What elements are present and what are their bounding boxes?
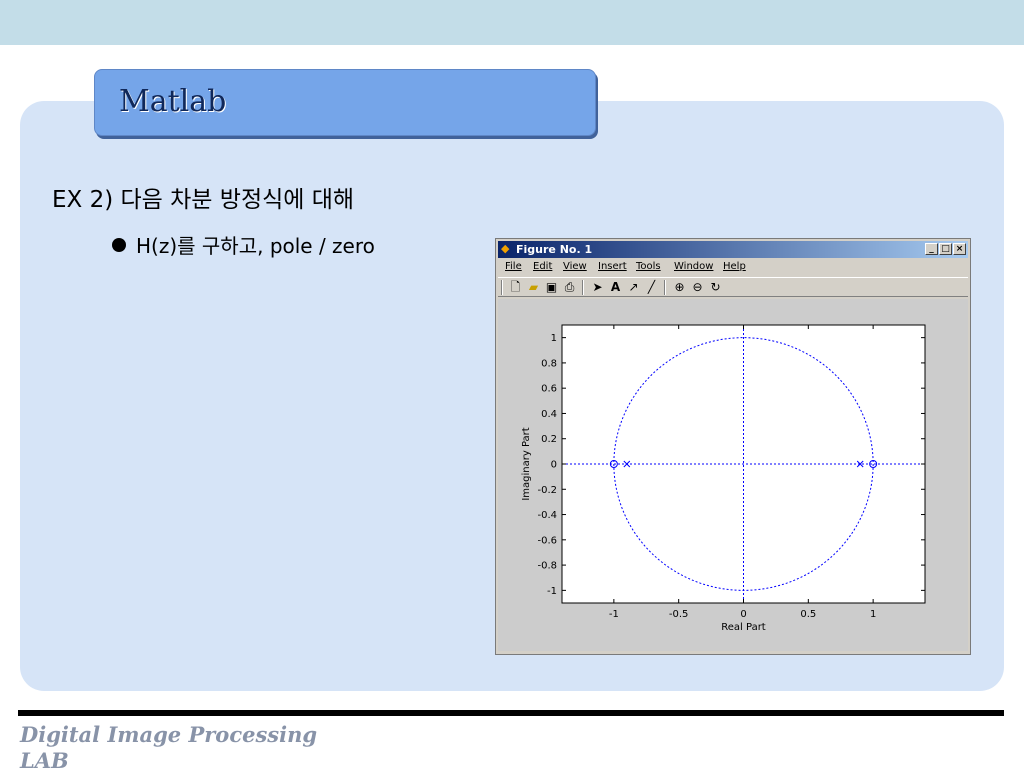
y-tick-label: 0.4: [541, 409, 557, 420]
footer-text: Digital Image Processing LAB: [20, 722, 317, 774]
new-file-icon[interactable]: 🗋: [508, 280, 523, 295]
figure-canvas: -1 -0.5 0 0.5 1 1 0.8 0.6 0.4 0.2 0 -0.2 -0.4 -0.6 -0.…: [498, 299, 968, 651]
menu-insert[interactable]: Insert: [598, 261, 627, 272]
x-tick-label: 0.5: [800, 609, 816, 620]
y-tick-label: 0.2: [541, 434, 557, 445]
matlab-figure-window: ◆ Figure No. 1 _ □ × File Edit View Inse…: [495, 238, 971, 655]
bullet-text: H(z)를 구하고, pole / zero: [136, 234, 375, 258]
y-tick-label: -1: [547, 586, 557, 597]
y-tick-label: -0.4: [537, 510, 557, 521]
figure-titlebar[interactable]: ◆ Figure No. 1 _ □ ×: [498, 241, 968, 258]
footer-rule: [18, 710, 1004, 716]
open-folder-icon[interactable]: ▰: [526, 280, 541, 295]
y-tick-label: 0.8: [541, 358, 557, 369]
print-icon[interactable]: ⎙: [562, 280, 577, 295]
menu-window[interactable]: Window: [674, 261, 713, 272]
slide-title-tab: Matlab: [94, 69, 596, 136]
toolbar-separator: [582, 280, 584, 295]
x-tick-label: -1: [609, 609, 619, 620]
pointer-arrow-icon[interactable]: ➤: [590, 280, 605, 295]
x-tick-label: 1: [870, 609, 876, 620]
example-heading: EX 2) 다음 차분 방정식에 대해: [52, 187, 355, 213]
save-icon[interactable]: ▣: [544, 280, 559, 295]
menu-help[interactable]: Help: [723, 261, 746, 272]
footer-line-2: LAB: [20, 748, 69, 773]
y-tick-label: 0.6: [541, 384, 557, 395]
zoom-in-icon[interactable]: ⊕: [672, 280, 687, 295]
toolbar-separator: [664, 280, 666, 295]
footer-line-1: Digital Image Processing: [20, 722, 318, 747]
slide-title: Matlab: [119, 84, 227, 119]
x-tick-label: -0.5: [669, 609, 689, 620]
insert-arrow-icon[interactable]: ↗: [626, 280, 641, 295]
menu-edit[interactable]: Edit: [533, 261, 552, 272]
menu-file[interactable]: File: [505, 261, 522, 272]
insert-line-icon[interactable]: ╱: [644, 280, 659, 295]
figure-title: Figure No. 1: [516, 243, 593, 256]
y-tick-label: 1: [551, 333, 557, 344]
menu-view[interactable]: View: [563, 261, 587, 272]
minimize-button[interactable]: _: [925, 243, 938, 255]
figure-menubar: File Edit View Insert Tools Window Help: [498, 259, 968, 275]
y-tick-label: -0.2: [537, 485, 557, 496]
top-band: [0, 0, 1024, 45]
y-tick-label: -0.6: [537, 535, 557, 546]
menu-tools[interactable]: Tools: [636, 261, 661, 272]
zoom-out-icon[interactable]: ⊖: [690, 280, 705, 295]
bullet-item: H(z)를 구하고, pole / zero: [112, 230, 375, 259]
matlab-logo-icon: ◆: [501, 242, 510, 255]
rotate-3d-icon[interactable]: ↻: [708, 280, 723, 295]
close-button[interactable]: ×: [953, 243, 966, 255]
bullet-dot-icon: [112, 238, 126, 252]
pole-zero-plot: -1 -0.5 0 0.5 1 1 0.8 0.6 0.4 0.2 0 -0.2 -0.4 -0.6 -0.…: [521, 324, 926, 633]
toolbar-grip: [501, 280, 503, 295]
x-axis-label: Real Part: [721, 622, 766, 633]
maximize-button[interactable]: □: [939, 243, 952, 255]
insert-text-icon[interactable]: A: [608, 280, 623, 295]
y-tick-label: 0: [551, 460, 557, 471]
x-tick-label: 0: [740, 609, 746, 620]
y-axis-label: Imaginary Part: [521, 427, 532, 500]
figure-toolbar: 🗋 ▰ ▣ ⎙ ➤ A ↗ ╱ ⊕ ⊖ ↻: [498, 277, 968, 297]
y-tick-label: -0.8: [537, 561, 557, 572]
